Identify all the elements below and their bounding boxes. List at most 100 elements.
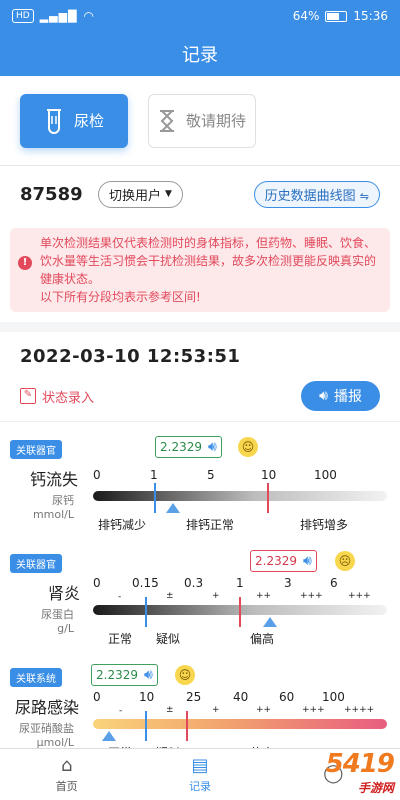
range-divider [154,483,156,513]
happy-face-icon: ☺ [175,665,195,685]
alert-icon: ! [18,256,32,270]
status-bar: HD ▂▄▆█ ◠ 64% 15:36 [0,0,400,32]
status-entry-label: 状态录入 [42,390,95,406]
nav-label: 记录 [188,779,211,793]
hourglass-icon [159,109,174,132]
nav-label: 首页 [55,779,78,793]
watermark-main: 5419 [325,749,395,779]
tab-label: 敬请期待 [185,112,246,130]
tick-label: 25 [186,690,202,704]
grade-symbol: ± [166,705,174,715]
value-marker [263,617,277,627]
item-sub-name: 尿蛋白 [41,608,74,621]
battery-percent: 64% [292,9,320,23]
tick-label: 1 [236,576,244,590]
zone-label: 排钙正常 [186,518,235,532]
section-gap [0,322,400,332]
item-unit: g/L [57,622,74,635]
speaker-icon: 🔊︎ [319,388,328,404]
tick-label: 0.15 [132,576,159,590]
range-divider [186,711,188,741]
item-unit: mmol/L [32,508,74,521]
tick-label: 60 [279,690,295,704]
tick-label: 0 [93,468,101,482]
item-name: 尿路感染 [15,698,80,717]
result-item-uti: 关联系统 2.2329 🔊︎ ☺ 尿路感染 尿亚硝酸盐 μmol/L 0 10 … [0,650,400,764]
tick-label: 0.3 [184,576,204,590]
tick-label: 10 [261,468,277,482]
zone-label: 正常 [108,632,133,646]
tick-label: 0 [93,576,101,590]
history-chart-label: 历史数据曲线图 [264,188,356,204]
edit-icon: ✎ [20,388,36,404]
clock: 15:36 [353,9,388,23]
range-divider [239,597,241,627]
grade-symbol: +++ [302,705,325,715]
grade-symbol: + [212,705,220,715]
grade-symbol: ++++ [344,705,375,715]
watermark-sub: 手游网 [357,781,394,795]
item-sub-name: 尿钙 [52,494,74,507]
speaker-icon: 🔊︎ [208,439,217,455]
nav-record[interactable]: ▤ 记录 [133,749,266,800]
user-id: 87589 [20,183,83,205]
play-button[interactable]: 🔊︎ 播报 [301,381,380,411]
value-text: 2.2329 [96,668,138,682]
play-label: 播报 [334,389,362,405]
item-name: 肾炎 [48,584,81,603]
result-list: 关联器官 2.2329 🔊︎ ☺ 钙流失 尿钙 mmol/L 0 1 5 10 … [0,421,400,764]
speaker-icon: 🔊︎ [303,553,312,569]
notice-wrap: ! 单次检测结果仅代表检测时的身体指标，但药物、睡眠、饮食、饮水量等生活习惯会干… [0,222,400,322]
home-icon: ⌂ [60,754,73,776]
zone-label: 排钙增多 [300,518,349,532]
happy-face-icon: ☺ [238,437,258,457]
wifi-icon: ◠ [83,9,95,23]
notice-text-2: 以下所有分段均表示参考区间! [40,290,201,304]
tick-label: 0 [93,690,101,704]
result-item-calcium: 关联器官 2.2329 🔊︎ ☺ 钙流失 尿钙 mmol/L 0 1 5 10 … [0,422,400,536]
result-item-nephritis: 关联器官 2.2329 🔊︎ ☹ 肾炎 尿蛋白 g/L 0 0.15 0.3 1… [0,536,400,650]
caret-down-icon: ▼ [165,189,172,199]
value-marker [102,731,116,741]
value-text: 2.2329 [255,554,297,568]
tick-label: 10 [139,690,155,704]
nav-home[interactable]: ⌂ 首页 [0,749,133,800]
related-organ-tag[interactable]: 关联器官 [10,554,62,573]
status-left: HD ▂▄▆█ ◠ [12,9,94,23]
sad-face-icon: ☹ [335,551,355,571]
test-tube-icon [46,108,61,134]
history-chart-button[interactable]: 历史数据曲线图 ⇋ [253,180,380,208]
zone-label: 疑似 [156,632,181,646]
grade-symbol: ++ [256,705,272,715]
grade-symbol: + [212,591,220,601]
tab-coming-soon[interactable]: 敬请期待 [148,93,256,148]
related-system-tag[interactable]: 关联系统 [10,668,62,687]
switch-user-label: 切换用户 [109,188,162,204]
grade-symbol: +++ [348,591,371,601]
tick-label: 40 [233,690,249,704]
grade-symbol: - [118,592,122,602]
value-marker [166,503,180,513]
grade-symbol: - [119,706,123,716]
status-right: 64% 15:36 [293,9,388,23]
user-row: 87589 切换用户 ▼ 历史数据曲线图 ⇋ [0,166,400,222]
item-name: 钙流失 [30,470,79,489]
value-box[interactable]: 2.2329 🔊︎ [250,550,317,572]
status-entry-button[interactable]: ✎ 状态录入 [20,387,94,406]
swap-icon: ⇋ [359,189,369,203]
value-box[interactable]: 2.2329 🔊︎ [155,436,222,458]
zone-label: 排钙减少 [98,518,147,532]
watermark-logo: 5419 手游网 [325,749,395,796]
tick-label: 100 [322,690,345,704]
range-divider [267,483,269,513]
range-bar [93,719,387,729]
hd-badge: HD [12,9,34,23]
grade-symbol: +++ [300,591,323,601]
record-actions: ✎ 状态录入 🔊︎ 播报 [20,381,380,411]
related-organ-tag[interactable]: 关联器官 [10,440,62,459]
range-divider [145,597,147,627]
value-box[interactable]: 2.2329 🔊︎ [91,664,158,686]
tab-urine-test[interactable]: 尿检 [20,93,128,148]
notice-text: 单次检测结果仅代表检测时的身体指标，但药物、睡眠、饮食、饮水量等生活习惯会干扰检… [40,236,377,286]
switch-user-button[interactable]: 切换用户 ▼ [98,180,183,208]
